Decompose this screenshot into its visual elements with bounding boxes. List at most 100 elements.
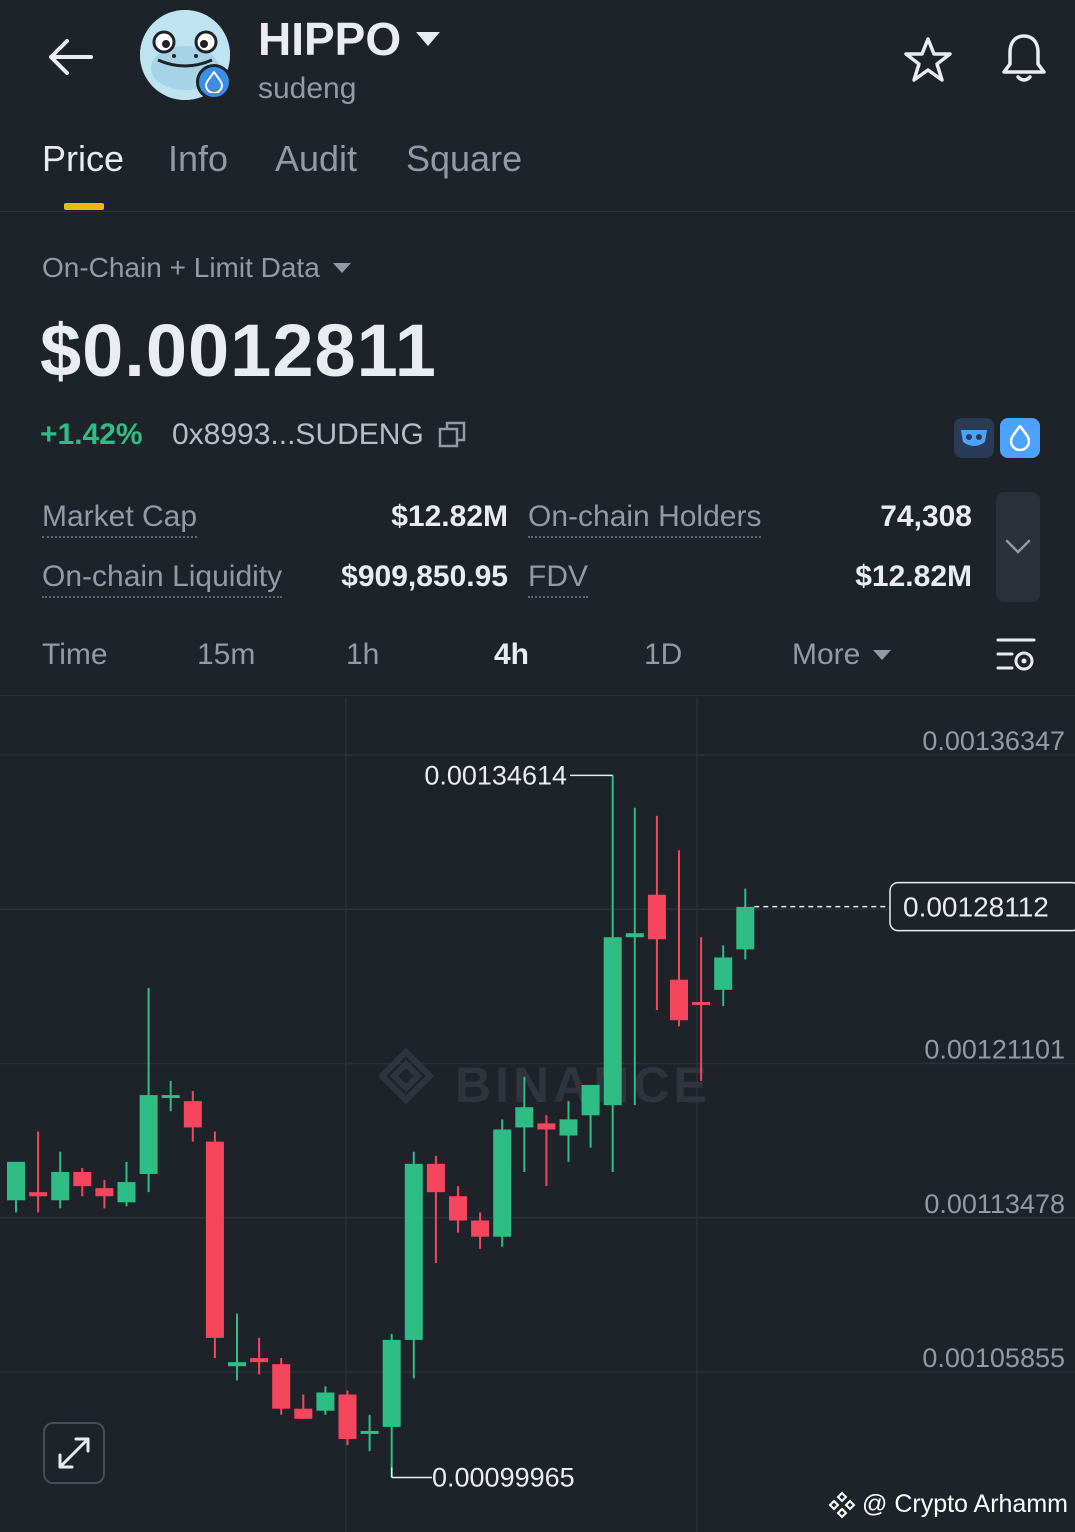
candle xyxy=(294,1394,313,1419)
favorite-button[interactable] xyxy=(898,30,958,90)
candle-body xyxy=(360,1430,379,1434)
candle-body xyxy=(139,1095,158,1174)
fullscreen-button[interactable] xyxy=(43,1422,105,1484)
chart-settings-button[interactable] xyxy=(994,634,1042,678)
candlestick-chart[interactable]: BINANCE 0.001363470.001287240.001211010.… xyxy=(0,697,1075,1532)
candle-body xyxy=(515,1107,534,1128)
active-tab-indicator xyxy=(64,203,104,210)
interval-1h[interactable]: 1h xyxy=(346,638,379,672)
tab-square[interactable]: Square xyxy=(406,138,522,180)
candle-body xyxy=(228,1362,246,1367)
expand-icon xyxy=(58,1437,90,1469)
candle xyxy=(139,987,158,1193)
candle-body xyxy=(294,1408,313,1419)
star-icon xyxy=(904,37,952,82)
holders-label[interactable]: On-chain Holders xyxy=(528,500,762,538)
candle-body xyxy=(205,1141,224,1338)
header: HIPPO sudeng xyxy=(0,0,1075,120)
candle-body xyxy=(537,1123,556,1130)
back-arrow-icon xyxy=(49,39,93,75)
alert-button[interactable] xyxy=(994,28,1054,88)
interval-1d[interactable]: 1D xyxy=(644,638,682,672)
dex-icon[interactable] xyxy=(954,418,994,458)
candle-body xyxy=(95,1188,114,1197)
tab-price[interactable]: Price xyxy=(42,138,124,180)
dropdown-caret-icon xyxy=(873,650,892,660)
tab-audit[interactable]: Audit xyxy=(275,138,357,180)
sui-chain-icon[interactable] xyxy=(1000,418,1040,458)
candle-body xyxy=(250,1358,269,1363)
candle-body xyxy=(7,1161,25,1201)
candle-body xyxy=(161,1095,180,1099)
candle xyxy=(117,1161,136,1207)
dropdown-caret-icon xyxy=(332,263,351,273)
dropdown-caret-icon xyxy=(416,32,441,46)
binance-watermark-logo xyxy=(377,1047,435,1105)
candle-body xyxy=(603,937,622,1106)
candle xyxy=(161,1080,180,1112)
y-axis-tick-label: 0.00105855 xyxy=(922,1343,1065,1373)
sui-chain-badge xyxy=(196,64,232,100)
y-axis-tick-label: 0.00121101 xyxy=(924,1035,1065,1065)
candle-body xyxy=(471,1220,490,1237)
market-cap-label[interactable]: Market Cap xyxy=(42,500,198,538)
token-selector[interactable]: HIPPO xyxy=(258,12,441,66)
candle-body xyxy=(449,1196,467,1221)
candle xyxy=(272,1358,291,1415)
interval-time[interactable]: Time xyxy=(42,638,108,672)
candle xyxy=(228,1313,246,1381)
candle xyxy=(382,1333,401,1478)
candle xyxy=(493,1119,512,1247)
copy-icon[interactable] xyxy=(438,421,466,449)
candle xyxy=(736,888,755,960)
candle-body xyxy=(338,1394,357,1440)
contract-address[interactable]: 0x8993...SUDENG xyxy=(172,418,466,452)
interval-more[interactable]: More xyxy=(792,638,892,672)
candle-body xyxy=(117,1182,136,1203)
interval-bar: Time 15m 1h 4h 1D More xyxy=(0,622,1075,696)
credit-watermark: @ Crypto Arhamm xyxy=(828,1490,1068,1519)
candle-body xyxy=(581,1084,600,1116)
sui-drop-icon xyxy=(1010,425,1030,451)
candle xyxy=(360,1414,379,1452)
price-change: +1.42% xyxy=(40,418,143,451)
candle xyxy=(7,1161,25,1213)
expand-stats-button[interactable] xyxy=(996,492,1040,602)
candle-body xyxy=(51,1171,70,1201)
last-price-label: 0.00128112 xyxy=(903,892,1049,923)
contract-address-text: 0x8993...SUDENG xyxy=(172,418,424,451)
candle xyxy=(714,945,733,1007)
candle-body xyxy=(670,979,688,1021)
interval-15m[interactable]: 15m xyxy=(197,638,255,672)
bell-icon xyxy=(1002,34,1046,82)
high-price-label: 0.00134614 xyxy=(424,760,567,790)
token-subtitle: sudeng xyxy=(258,72,357,105)
chart-settings-icon xyxy=(996,638,1036,671)
candle xyxy=(581,1084,600,1148)
candle-body xyxy=(29,1192,48,1197)
candle xyxy=(316,1386,335,1415)
market-cap-value: $12.82M xyxy=(391,500,508,533)
candle-body xyxy=(183,1101,202,1128)
candle-body xyxy=(714,957,733,990)
holders-value: 74,308 xyxy=(880,500,972,533)
candle-body xyxy=(404,1163,423,1340)
current-price: $0.0012811 xyxy=(40,309,437,392)
liquidity-value: $909,850.95 xyxy=(341,560,508,593)
mask-icon xyxy=(961,430,987,446)
candle-body xyxy=(736,906,755,950)
back-button[interactable] xyxy=(40,30,100,84)
fdv-label[interactable]: FDV xyxy=(528,560,588,598)
candle xyxy=(250,1337,269,1375)
y-axis-tick-label: 0.00113478 xyxy=(924,1189,1065,1219)
liquidity-label[interactable]: On-chain Liquidity xyxy=(42,560,283,598)
interval-4h[interactable]: 4h xyxy=(494,638,529,672)
candle xyxy=(537,1115,556,1187)
candle xyxy=(95,1180,114,1209)
candle xyxy=(404,1151,423,1379)
candle-body xyxy=(625,933,644,938)
tab-info[interactable]: Info xyxy=(168,138,228,180)
candle xyxy=(73,1167,92,1197)
data-source-selector[interactable]: On-Chain + Limit Data xyxy=(42,252,352,284)
sui-drop-icon xyxy=(205,71,223,93)
